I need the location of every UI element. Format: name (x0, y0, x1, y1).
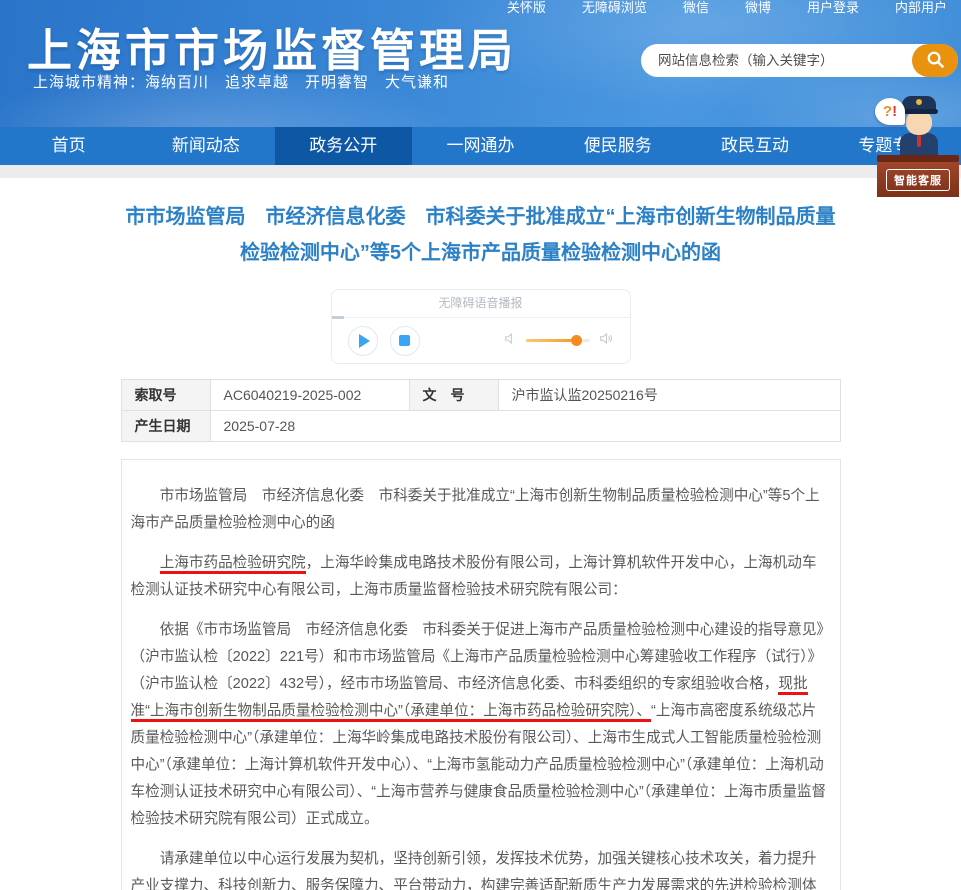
nav-item-2[interactable]: 政务公开 (275, 127, 412, 165)
topbar-link-4[interactable]: 用户登录 (807, 0, 859, 16)
header-separator (0, 165, 961, 178)
stop-button[interactable] (390, 326, 420, 356)
play-icon (359, 334, 370, 348)
meta-index-label: 索取号 (121, 380, 210, 411)
meta-date-value: 2025-07-28 (210, 411, 840, 442)
stop-icon (399, 335, 410, 346)
speech-bubble-icon: ?! (875, 98, 905, 125)
meta-date-label: 产生日期 (121, 411, 210, 442)
topbar-link-3[interactable]: 微博 (745, 0, 771, 16)
page: 关怀版无障碍浏览微信微博用户登录内部用户 上海市市场监督管理局 上海城市精神：海… (0, 0, 961, 890)
paragraph-text: 依据《市市场监管局 市经济信息化委 市科委关于促进上海市产品质量检验检测中心建设… (131, 622, 824, 692)
article-paragraph: 上海市药品检验研究院，上海华岭集成电路技术股份有限公司，上海计算机软件开发中心，… (131, 550, 831, 604)
nav-item-0[interactable]: 首页 (0, 127, 137, 165)
nav-item-1[interactable]: 新闻动态 (137, 127, 274, 165)
nav-item-5[interactable]: 政民互动 (686, 127, 823, 165)
smart-service-mascot[interactable]: ?! 智能客服 (877, 94, 959, 197)
city-spirit-slogan: 上海城市精神：海纳百川 追求卓越 开明睿智 大气谦和 (33, 71, 449, 92)
article-body: 市市场监管局 市经济信息化委 市科委关于批准成立“上海市创新生物制品质量检验检测… (121, 459, 841, 890)
article-title: 市市场监管局 市经济信息化委 市科委关于批准成立“上海市创新生物制品质量检验检测… (119, 199, 843, 271)
meta-row: 产生日期 2025-07-28 (121, 411, 840, 442)
article-page: 市市场监管局 市经济信息化委 市科委关于批准成立“上海市创新生物制品质量检验检测… (0, 178, 961, 890)
play-button[interactable] (348, 326, 378, 356)
nav-item-4[interactable]: 便民服务 (549, 127, 686, 165)
volume-slider-knob[interactable] (571, 335, 582, 346)
meta-docnum-label: 文 号 (409, 380, 498, 411)
meta-row: 索取号 AC6040219-2025-002 文 号 沪市监认监20250216… (121, 380, 840, 411)
search-button[interactable] (912, 44, 958, 77)
volume-mute-icon[interactable] (504, 332, 517, 350)
volume-control (504, 331, 614, 351)
paragraph-text: 请承建单位以中心运行发展为契机，坚持创新引领，发挥技术优势，加强关键核心技术攻关… (131, 851, 817, 890)
audio-player-title: 无障碍语音播报 (332, 290, 630, 318)
site-title: 上海市市场监督管理局 (27, 14, 517, 79)
nav-item-3[interactable]: 一网通办 (412, 127, 549, 165)
article-paragraph: 请承建单位以中心运行发展为契机，坚持创新引领，发挥技术优势，加强关键核心技术攻关… (131, 846, 831, 890)
mascot-podium: 智能客服 (877, 155, 959, 197)
article-paragraphs: 市市场监管局 市经济信息化委 市科委关于批准成立“上海市创新生物制品质量检验检测… (131, 483, 831, 890)
topbar-link-1[interactable]: 无障碍浏览 (582, 0, 647, 16)
search-icon (926, 50, 945, 72)
volume-loud-icon[interactable] (599, 331, 614, 351)
volume-slider[interactable] (526, 339, 590, 342)
red-underlined-text: 上海市药品检验研究院 (160, 555, 306, 574)
audio-player: 无障碍语音播报 (331, 289, 631, 364)
mascot-label: 智能客服 (886, 169, 950, 191)
meta-docnum-value: 沪市监认监20250216号 (498, 380, 840, 411)
topbar-link-5[interactable]: 内部用户 (895, 0, 947, 16)
site-search (641, 44, 958, 77)
paragraph-text: 市市场监管局 市经济信息化委 市科委关于批准成立“上海市创新生物制品质量检验检测… (131, 488, 820, 531)
audio-controls (332, 318, 630, 363)
article-paragraph: 依据《市市场监管局 市经济信息化委 市科委关于促进上海市产品质量检验检测中心建设… (131, 617, 831, 833)
site-header: 关怀版无障碍浏览微信微博用户登录内部用户 上海市市场监督管理局 上海城市精神：海… (0, 0, 961, 127)
topbar-links: 关怀版无障碍浏览微信微博用户登录内部用户 (507, 0, 947, 16)
document-meta-table: 索取号 AC6040219-2025-002 文 号 沪市监认监20250216… (121, 379, 841, 442)
article-paragraph: 市市场监管局 市经济信息化委 市科委关于批准成立“上海市创新生物制品质量检验检测… (131, 483, 831, 537)
topbar-link-2[interactable]: 微信 (683, 0, 709, 16)
main-nav: 首页新闻动态政务公开一网通办便民服务政民互动专题专栏 (0, 127, 961, 165)
meta-index-value: AC6040219-2025-002 (210, 380, 409, 411)
search-input[interactable] (641, 44, 913, 77)
